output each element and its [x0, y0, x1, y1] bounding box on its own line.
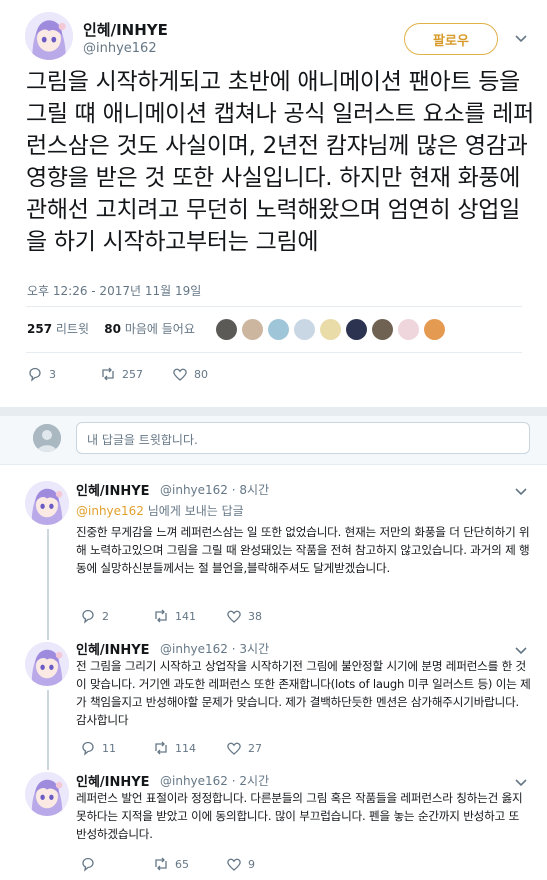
retweet-action[interactable]: 65 [153, 856, 226, 872]
author-handle[interactable]: @inhye162 [83, 41, 157, 56]
liker-avatar[interactable] [268, 319, 289, 340]
like-label: 마음에 들어요 [124, 322, 195, 336]
thread-line [47, 529, 49, 635]
reply-icon [82, 741, 94, 756]
section-gap [0, 407, 547, 416]
liker-avatar[interactable] [372, 319, 393, 340]
divider [26, 306, 522, 307]
retweet-icon [155, 857, 167, 871]
tweet-actions: 3 257 80 [27, 366, 208, 382]
reply-icon [29, 367, 41, 382]
retweet-action[interactable]: 141 [153, 608, 226, 624]
reply-author-name[interactable]: 인혜/INHYE [76, 639, 150, 658]
like-action[interactable]: 27 [226, 740, 262, 756]
like-action[interactable]: 38 [226, 608, 262, 624]
author-name[interactable]: 인혜/INHYE [83, 19, 168, 40]
retweet-count[interactable]: 257 [27, 322, 52, 336]
heart-icon [227, 858, 241, 871]
liker-avatar[interactable] [216, 319, 237, 340]
thread-line [47, 634, 49, 640]
retweet-icon [155, 741, 167, 755]
heart-icon [227, 610, 241, 623]
reply-icon [82, 609, 94, 624]
my-avatar [33, 424, 61, 452]
retweet-icon [102, 367, 114, 381]
liker-avatar[interactable] [346, 319, 367, 340]
reply-action[interactable]: 3 [27, 366, 100, 382]
retweet-icon [155, 609, 167, 623]
reply-text: 전 그림을 그리기 시작하고 상업작을 시작하기전 그림에 불안정할 시기에 분… [76, 659, 531, 727]
reply-author-name[interactable]: 인혜/INHYE [76, 480, 150, 499]
avatar[interactable] [25, 12, 73, 60]
reply-author-name[interactable]: 인혜/INHYE [76, 771, 150, 790]
thread-line [47, 762, 49, 770]
reply-to: @inhye162 님에게 보내는 답글 [76, 504, 244, 518]
caret-down-icon[interactable] [515, 32, 527, 46]
reply-tweet: 인혜/INHYE @inhye162 · 2시간 레퍼런스 발언 표절이라 정정… [0, 762, 547, 880]
retweet-action[interactable]: 257 [100, 366, 172, 382]
liker-avatar[interactable] [294, 319, 315, 340]
thread-line [47, 690, 49, 762]
divider [26, 352, 522, 353]
caret-down-icon[interactable] [515, 644, 527, 658]
reply-icon [82, 857, 94, 872]
reply-action[interactable] [80, 856, 153, 872]
reply-meta: @inhye162 · 8시간 [160, 483, 270, 497]
liker-avatar[interactable] [424, 319, 445, 340]
avatar[interactable] [25, 642, 69, 686]
tweet-timestamp[interactable]: 오후 12:26 - 2017년 11월 19일 [27, 282, 201, 299]
reply-meta: @inhye162 · 3시간 [160, 642, 270, 656]
like-count[interactable]: 80 [104, 322, 121, 336]
reply-actions: 2 141 38 [80, 608, 262, 624]
liker-avatar[interactable] [320, 319, 341, 340]
avatar[interactable] [25, 772, 69, 816]
reply-tweet: 인혜/INHYE @inhye162 · 3시간 전 그림을 그리기 시작하고 … [0, 634, 547, 762]
main-tweet: 인혜/INHYE @inhye162 팔로우 그림을 시작하게되고 초반에 애니… [0, 0, 547, 407]
reply-composer: 내 답글을 트윗합니다. [0, 416, 547, 464]
reply-meta: @inhye162 · 2시간 [160, 774, 270, 788]
like-action[interactable]: 80 [172, 366, 208, 382]
tweet-text: 그림을 시작하게되고 초반에 애니메이션 팬아트 등을 그릴 떄 애니메이션 캡… [26, 69, 534, 255]
reply-text: 레퍼런스 발언 표절이라 정정합니다. 다른분들의 그림 혹은 작품들을 레퍼런… [76, 791, 523, 841]
retweet-label: 리트윗 [55, 322, 90, 336]
reply-action[interactable]: 11 [80, 740, 153, 756]
heart-icon [173, 368, 187, 381]
liker-avatar[interactable] [242, 319, 263, 340]
reply-actions: 11 114 27 [80, 740, 262, 756]
tweet-stats: 257 리트윗 80 마음에 들어요 [27, 320, 195, 337]
retweet-action[interactable]: 114 [153, 740, 226, 756]
caret-down-icon[interactable] [515, 776, 527, 790]
reply-tweet: 인혜/INHYE @inhye162 · 8시간 @inhye162 님에게 보… [0, 464, 547, 635]
follow-button[interactable]: 팔로우 [404, 23, 498, 55]
reply-text: 진중한 무게감을 느껴 레퍼런스삼는 일 또한 없었습니다. 현재는 저만의 화… [76, 525, 530, 575]
caret-down-icon[interactable] [515, 485, 527, 499]
liker-avatar[interactable] [398, 319, 419, 340]
heart-icon [227, 742, 241, 755]
reply-action[interactable]: 2 [80, 608, 153, 624]
like-action[interactable]: 9 [226, 856, 255, 872]
reply-actions: 65 9 [80, 856, 255, 872]
reply-input[interactable]: 내 답글을 트윗합니다. [76, 422, 530, 454]
avatar[interactable] [25, 481, 69, 525]
